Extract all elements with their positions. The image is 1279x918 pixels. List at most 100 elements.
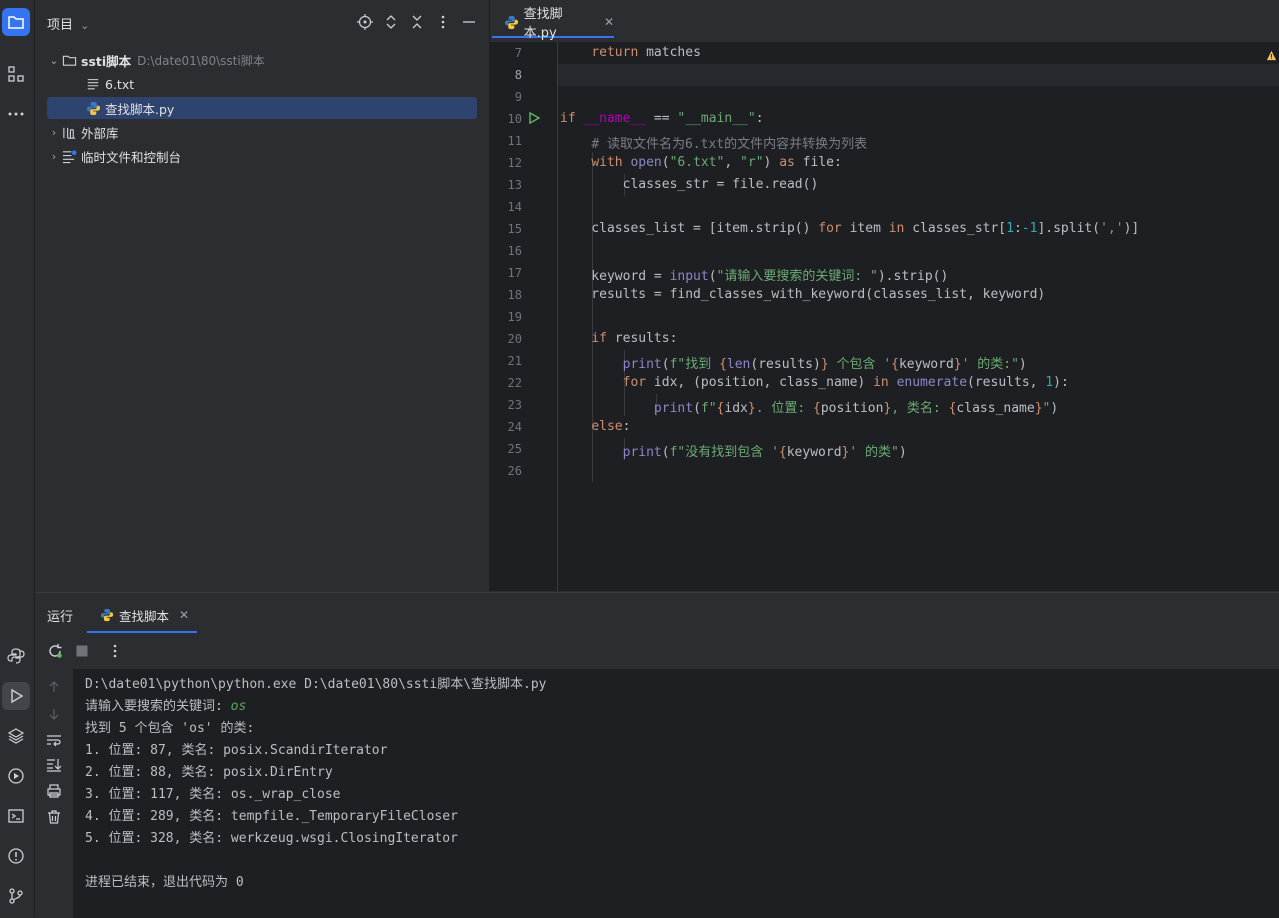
console-result-line: 4. 位置: 289, 类名: tempfile._TemporaryFileC… xyxy=(85,809,458,824)
tree-item-label: 6.txt xyxy=(105,76,135,92)
tree-item-external-libraries[interactable]: › 外部库 xyxy=(47,121,477,143)
code-line-21: print(f"找到 {len(results)} 个包含 '{keyword}… xyxy=(622,357,1027,372)
project-panel: 项目 ⌄ ⌄ ssti脚本 D:\date01\80\ssti脚本 6.txt … xyxy=(35,0,490,591)
soft-wrap-icon[interactable] xyxy=(46,732,62,748)
line-number: 15 xyxy=(507,222,522,236)
tree-item-label: ssti脚本 xyxy=(81,53,132,69)
code-line-24: else: xyxy=(591,419,631,434)
line-number: 7 xyxy=(514,46,522,60)
services-icon[interactable] xyxy=(2,762,30,790)
close-icon[interactable]: ✕ xyxy=(604,15,614,29)
console-result-line: 1. 位置: 87, 类名: posix.ScandirIterator xyxy=(85,743,388,758)
chevron-right-icon[interactable]: › xyxy=(47,126,61,139)
line-number: 12 xyxy=(507,156,522,170)
tree-item-label: 临时文件和控制台 xyxy=(81,149,182,165)
code-line-20: if results: xyxy=(591,331,678,346)
terminal-icon[interactable] xyxy=(2,802,30,830)
line-number: 22 xyxy=(507,376,522,390)
tree-item-scratches[interactable]: › 临时文件和控制台 xyxy=(47,145,477,167)
rerun-icon[interactable] xyxy=(47,643,63,659)
print-icon[interactable] xyxy=(46,783,62,799)
code-editor[interactable]: 查找脚本.py ✕ return matches if __name__ == … xyxy=(490,0,1279,591)
line-number: 10 xyxy=(507,112,522,126)
project-dropdown[interactable]: 项目 ⌄ xyxy=(47,14,89,33)
line-number: 24 xyxy=(507,420,522,434)
tree-item-6-txt[interactable]: 6.txt xyxy=(47,73,477,95)
run-tab[interactable]: 查找脚本 ✕ xyxy=(87,599,197,633)
arrow-down-icon[interactable] xyxy=(46,706,62,722)
code-line-7: return matches xyxy=(591,45,701,60)
code-line-18: results = find_classes_with_keyword(clas… xyxy=(560,287,1046,302)
run-panel: 运行 查找脚本 ✕ D:\date01\python\python.exe D:… xyxy=(35,592,1279,918)
chevron-down-icon: ⌄ xyxy=(80,19,90,32)
run-toolbar xyxy=(35,633,1279,670)
folder-icon xyxy=(61,52,77,68)
tree-item-ssti-folder[interactable]: ⌄ ssti脚本 D:\date01\80\ssti脚本 xyxy=(47,49,477,71)
problems-icon[interactable] xyxy=(2,842,30,870)
editor-tab-bar: 查找脚本.py ✕ xyxy=(490,0,1279,43)
folder-icon[interactable] xyxy=(2,8,30,36)
line-number: 8 xyxy=(514,68,522,82)
code-line-13: classes_str = file.read() xyxy=(560,177,819,192)
editor-tab[interactable]: 查找脚本.py ✕ xyxy=(492,7,614,41)
tree-item-label: 查找脚本.py xyxy=(105,101,175,117)
minimize-icon[interactable] xyxy=(461,14,477,30)
code-line-11: # 读取文件名为6.txt的文件内容并转换为列表 xyxy=(591,137,868,152)
code-line-10: if __name__ == "__main__": xyxy=(560,111,764,126)
collapse-all-icon[interactable] xyxy=(409,14,425,30)
line-number: 17 xyxy=(507,266,522,280)
console-exit-message: 进程已结束，退出代码为 0 xyxy=(85,875,244,890)
structure-icon[interactable] xyxy=(2,60,30,88)
line-number: 11 xyxy=(507,134,522,148)
run-gutter-icon[interactable] xyxy=(528,112,540,124)
line-number: 21 xyxy=(507,354,522,368)
code-line-23: print(f"{idx}. 位置: {position}, 类名: {clas… xyxy=(653,401,1059,416)
python-file-icon xyxy=(85,100,101,116)
options-icon[interactable] xyxy=(435,14,451,30)
tree-item-path: D:\date01\80\ssti脚本 xyxy=(137,53,265,68)
code-line-15: classes_list = [item.strip() for item in… xyxy=(560,221,1140,236)
close-icon[interactable]: ✕ xyxy=(179,608,189,622)
more-options-icon[interactable] xyxy=(107,643,123,659)
git-icon[interactable] xyxy=(2,882,30,910)
console-input: os xyxy=(230,699,247,714)
console-prompt-line: 请输入要搜索的关键词: os xyxy=(85,695,246,714)
expand-all-icon[interactable] xyxy=(383,14,399,30)
scratches-icon xyxy=(61,148,77,164)
project-title: 项目 xyxy=(47,18,74,33)
text-file-icon xyxy=(85,76,101,92)
run-side-toolbar xyxy=(35,669,73,918)
line-number: 26 xyxy=(507,464,522,478)
run-icon[interactable] xyxy=(2,682,30,710)
warning-icon[interactable] xyxy=(1266,50,1277,61)
editor-tab-label: 查找脚本.py xyxy=(523,7,563,41)
arrow-up-icon[interactable] xyxy=(46,679,62,695)
run-tab-label: 查找脚本 xyxy=(119,608,170,624)
code-line-22: for idx, (position, class_name) in enume… xyxy=(622,375,1069,390)
console-command: D:\date01\python\python.exe D:\date01\80… xyxy=(85,677,547,692)
python-file-icon xyxy=(99,607,115,623)
code-line-12: with open("6.txt", "r") as file: xyxy=(591,155,842,170)
code-line-17: keyword = input("请输入要搜索的关键词: ").strip() xyxy=(560,269,949,284)
activity-bar xyxy=(0,0,35,917)
tree-item-search-script[interactable]: 查找脚本.py xyxy=(47,97,477,119)
trash-icon[interactable] xyxy=(46,809,62,825)
line-number: 20 xyxy=(507,332,522,346)
line-number: 25 xyxy=(507,442,522,456)
scroll-to-end-icon[interactable] xyxy=(46,757,62,773)
chevron-down-icon[interactable]: ⌄ xyxy=(47,54,61,67)
python-console-icon[interactable] xyxy=(2,642,30,670)
more-icon[interactable] xyxy=(2,100,30,128)
code-line-25: print(f"没有找到包含 '{keyword}' 的类") xyxy=(622,445,907,460)
chevron-right-icon[interactable]: › xyxy=(47,150,61,163)
layers-icon[interactable] xyxy=(2,722,30,750)
library-icon xyxy=(61,124,77,140)
run-tab-bar: 运行 查找脚本 ✕ xyxy=(35,593,1279,633)
line-number: 23 xyxy=(507,398,522,412)
line-number: 18 xyxy=(507,288,522,302)
locate-icon[interactable] xyxy=(357,14,373,30)
run-panel-title: 运行 xyxy=(47,610,74,625)
stop-icon[interactable] xyxy=(75,644,89,658)
python-file-icon xyxy=(504,14,520,30)
console-prompt: 请输入要搜索的关键词: xyxy=(85,699,231,714)
